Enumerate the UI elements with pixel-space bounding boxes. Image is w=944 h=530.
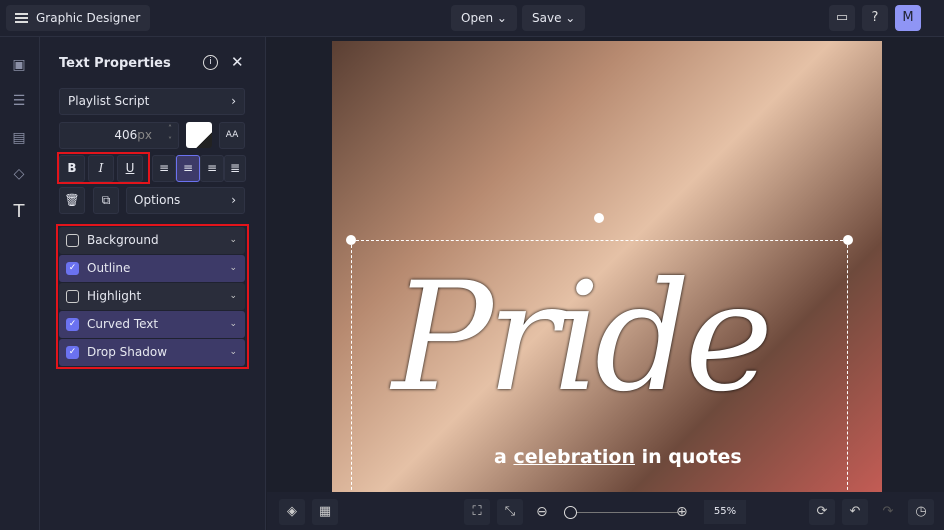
chevron-right-icon: › [231,94,236,108]
save-button[interactable]: Save ⌄ [522,5,586,31]
font-size-unit: px [137,128,152,142]
duplicate-icon[interactable]: ⧉ [93,187,119,214]
avatar[interactable]: M [895,5,921,31]
font-size-input[interactable]: 406px ˄ ˅ [59,122,179,149]
chevron-down-icon: ⌄ [565,11,576,25]
menu-icon [15,13,28,23]
chevron-down-icon: ⌄ [496,11,507,25]
redo-icon[interactable]: ↷ [875,499,901,525]
zoom-slider-thumb[interactable] [564,506,577,519]
zoom-level[interactable]: 55% [704,500,746,524]
resize-handle[interactable] [843,235,853,245]
align-right-icon[interactable]: ≡ [200,155,224,182]
rotate-handle[interactable] [594,213,604,223]
top-bar: Graphic Designer Open ⌄ Save ⌄ ▭ ? M [0,0,944,37]
align-left-icon[interactable]: ≡ [152,155,176,182]
save-label: Save [532,11,562,25]
info-icon[interactable]: i [203,55,218,70]
image-icon[interactable]: ▣ [9,57,29,77]
refresh-icon[interactable]: ⟳ [809,499,835,525]
text-color-swatch[interactable] [186,122,212,148]
open-label: Open [461,11,494,25]
layers-icon[interactable]: ◈ [279,499,305,525]
grid-icon[interactable]: ▦ [312,499,338,525]
zoom-in-icon[interactable]: ⊕ [676,504,688,520]
resize-handle[interactable] [346,235,356,245]
history-icon[interactable]: ◷ [908,499,934,525]
adjust-icon[interactable]: ☰ [9,93,29,113]
app-menu-button[interactable]: Graphic Designer [6,5,151,31]
font-size-value: 406 [114,128,138,142]
comments-icon[interactable]: ▭ [829,5,855,31]
shapes-icon[interactable]: ◇ [9,166,29,186]
fit-screen-icon[interactable]: ⛶ [464,499,490,525]
help-icon[interactable]: ? [862,5,888,31]
layout-icon[interactable]: ▤ [9,130,29,150]
align-center-icon[interactable]: ≡ [176,155,200,182]
tool-rail: ▣ ☰ ▤ ◇ T [0,37,40,530]
zoom-slider[interactable] [564,512,678,513]
zoom-out-icon[interactable]: ⊖ [536,504,548,520]
design-canvas[interactable]: Pride a celebration in quotes [332,41,882,492]
highlight-box [57,152,150,184]
chevron-right-icon: › [231,193,236,207]
text-properties-panel: Text Properties i ✕ Playlist Script › 406… [40,37,266,530]
stepper-icon[interactable]: ˄ ˅ [168,123,172,147]
shrink-icon[interactable]: ⤡ [497,499,523,525]
open-button[interactable]: Open ⌄ [451,5,517,31]
close-icon[interactable]: ✕ [231,53,244,71]
text-icon[interactable]: T [9,201,29,222]
selection-box [351,240,848,492]
options-label: Options [134,193,181,207]
text-case-icon[interactable]: AA [219,122,245,149]
bottom-toolbar: ◈ ▦ ⛶ ⤡ ⊖ ⊕ 55% ⟳ ↶ ↷ ◷ [267,492,944,530]
align-justify-icon[interactable]: ≣ [224,155,246,182]
delete-icon[interactable]: 🗑 [59,187,85,214]
font-select[interactable]: Playlist Script › [59,88,245,115]
highlight-box [56,224,249,369]
undo-icon[interactable]: ↶ [842,499,868,525]
font-name: Playlist Script [68,94,150,108]
app-title: Graphic Designer [36,11,141,25]
panel-title: Text Properties [59,56,171,71]
options-button[interactable]: Options › [126,187,245,214]
